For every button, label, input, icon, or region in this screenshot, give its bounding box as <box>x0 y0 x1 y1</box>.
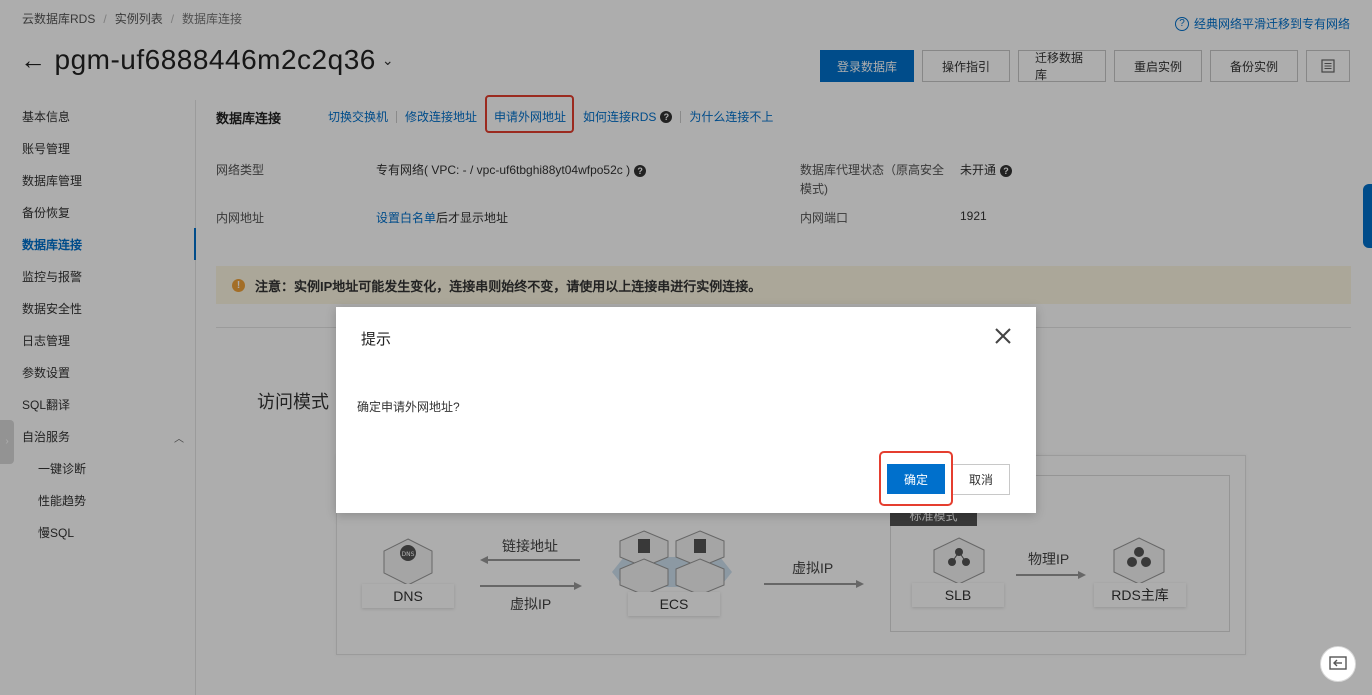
dialog-message: 确定申请外网地址? <box>357 400 460 414</box>
cancel-button[interactable]: 取消 <box>952 464 1010 495</box>
feedback-button[interactable] <box>1320 646 1356 682</box>
close-icon[interactable] <box>992 325 1014 347</box>
annotation-highlight <box>879 451 953 506</box>
exit-icon <box>1329 656 1347 670</box>
dialog-title: 提示 <box>361 331 392 348</box>
